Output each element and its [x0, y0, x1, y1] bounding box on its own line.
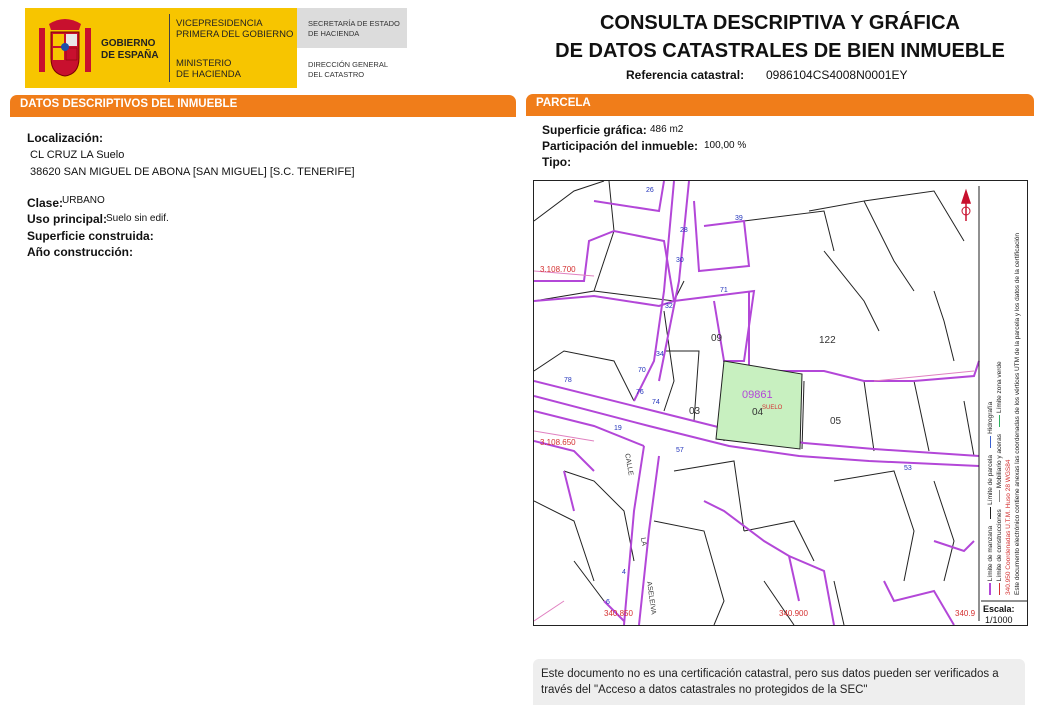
part-value: 100,00 % [704, 140, 747, 151]
house-number: 26 [646, 187, 654, 194]
legend-swatch-zona-verde [998, 414, 1000, 427]
title-line1: CONSULTA DESCRIPTIVA Y GRÁFICA [599, 12, 961, 34]
page-title: CONSULTA DESCRIPTIVA Y GRÁFICA DE DATOS … [530, 9, 1030, 65]
vice-line1: VICEPRESIDENCIA [176, 18, 263, 29]
house-number: 74 [652, 399, 660, 406]
legend-swatch-manzana [989, 583, 992, 595]
house-number: 19 [614, 425, 622, 432]
dir-line2: DEL CATASTRO [308, 70, 365, 79]
coord-bottom-mid: 340.900 [779, 609, 808, 618]
cadastral-map: 09861 04 SUELO 09 122 03 05 3.108.700 3.… [533, 180, 1028, 626]
house-number: 76 [636, 389, 644, 396]
section-header-descriptivos: DATOS DESCRIPTIVOS DEL INMUEBLE [10, 95, 516, 115]
map-label-03: 03 [689, 406, 701, 417]
coord-bottom-left: 340.850 [604, 609, 633, 618]
house-number: 70 [638, 367, 646, 374]
legend-swatch-hidrografia [989, 435, 991, 448]
vice-line2: PRIMERA DEL GOBIERNO [176, 29, 294, 40]
ministry-line1: MINISTERIO [176, 58, 232, 69]
coat-of-arms-icon [39, 19, 91, 77]
coord-top: 3.108.700 [540, 265, 576, 274]
house-number: 30 [676, 257, 684, 264]
clase-value: URBANO [62, 195, 105, 206]
map-legend: Límite de manzana Límite de parcela Hidr… [986, 195, 1022, 595]
scale-value: 1/1000 [985, 615, 1013, 625]
anio-label: Año construcción: [27, 245, 134, 259]
section-title-descriptivos: DATOS DESCRIPTIVOS DEL INMUEBLE [20, 98, 238, 110]
house-number: 28 [680, 227, 688, 234]
sec-line2: DE HACIENDA [308, 29, 360, 38]
coord-mid: 3.108.650 [540, 438, 576, 447]
house-number: 71 [720, 287, 728, 294]
section-underline [10, 115, 516, 117]
sup-value: 486 m2 [650, 124, 684, 135]
map-label-122: 122 [819, 335, 836, 346]
disclaimer-text: Este documento no es una certificación c… [541, 668, 999, 696]
house-number: 78 [564, 377, 572, 384]
street-name-la: LA [639, 537, 648, 547]
house-number: 39 [735, 215, 743, 222]
uso-label: Uso principal: [27, 212, 108, 226]
legend-coords-note: 340.950 Coordenadas U.T.M. Huso 28 WGS84 [1005, 459, 1012, 596]
superficie-label: Superficie construida: [27, 229, 154, 243]
house-number: 34 [656, 351, 664, 358]
tipo-label: Tipo: [542, 155, 572, 169]
section-underline-parcela [526, 114, 1034, 116]
legend-limite-construcciones: Límite de construcciones [996, 509, 1003, 582]
legend-limite-parcela: Límite de parcela [987, 454, 994, 505]
localizacion-label: Localización: [27, 131, 104, 145]
legend-hidrografia: Hidrografía [987, 401, 994, 434]
coord-bottom-right: 340.9 [955, 609, 976, 618]
map-drawing [534, 181, 1027, 625]
north-arrow-icon [960, 188, 972, 221]
scale-label: Escala: [983, 604, 1015, 614]
part-label: Participación del inmueble: [542, 139, 699, 153]
legend-zona-verde: Límite zona verde [996, 361, 1003, 413]
map-label-09: 09 [711, 333, 723, 344]
ref-value: 0986104CS4008N0001EY [766, 68, 908, 82]
parcel-use-label: SUELO [762, 405, 783, 411]
direccion-general: DIRECCIÓN GENERAL DEL CATASTRO [308, 60, 388, 80]
government-logo: GOBIERNO DE ESPAÑA VICEPRESIDENCIA PRIME… [25, 8, 297, 88]
legend-doc-note: Este documento electrónico contiene anex… [1014, 232, 1021, 595]
title-line2: DE DATOS CATASTRALES DE BIEN INMUEBLE [555, 40, 1005, 62]
uso-value: Suelo sin edif. [106, 213, 169, 224]
legend-swatch-parcela [989, 506, 991, 519]
house-number: 6 [606, 599, 610, 606]
house-number: 4 [622, 569, 626, 576]
address-line1: CL CRUZ LA Suelo [30, 149, 125, 161]
gov-name-line1: GOBIERNO [101, 38, 156, 49]
ref-label: Referencia catastral: [626, 68, 745, 82]
map-label-05: 05 [830, 416, 842, 427]
disclaimer-box: Este documento no es una certificación c… [533, 659, 1025, 705]
section-title-parcela: PARCELA [536, 97, 591, 109]
parcel-ref-label: 09861 [742, 389, 773, 401]
house-number: 53 [904, 465, 912, 472]
legend-swatch-construcciones [998, 583, 1000, 595]
sup-label: Superficie gráfica: [542, 123, 647, 137]
gov-name-line2: DE ESPAÑA [101, 50, 159, 61]
address-line2: 38620 SAN MIGUEL DE ABONA [SAN MIGUEL] [… [30, 166, 355, 178]
legend-swatch-mobiliario [998, 490, 1000, 503]
legend-mobiliario: Mobiliario y aceras [996, 434, 1003, 489]
house-number: 32 [665, 303, 673, 310]
legend-limite-manzana: Límite de manzana [987, 525, 994, 582]
section-header-parcela: PARCELA [526, 94, 1034, 114]
clase-label: Clase: [27, 196, 64, 210]
house-number: 57 [676, 447, 684, 454]
sec-line1: SECRETARÍA DE ESTADO [308, 19, 400, 28]
secretaria-estado: SECRETARÍA DE ESTADO DE HACIENDA [308, 19, 400, 39]
logo-divider [169, 14, 170, 82]
ministry-line2: DE HACIENDA [176, 69, 241, 80]
dir-line1: DIRECCIÓN GENERAL [308, 60, 389, 69]
